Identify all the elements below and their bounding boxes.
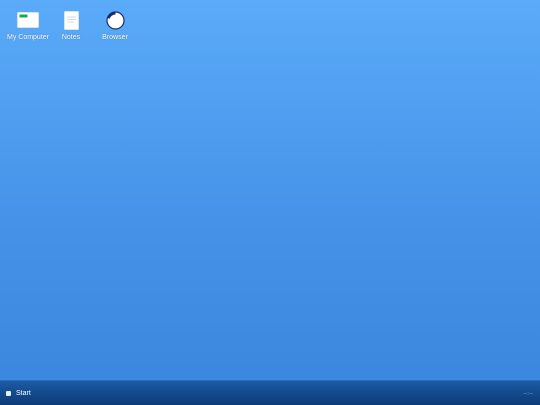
desktop-icon-my-computer[interactable]: My Computer [6,10,50,42]
desktop-icon-label: Browser [102,34,128,41]
desktop-icon-browser[interactable]: Browser [93,10,137,42]
document-icon [60,10,82,30]
taskbar-clock: --:-- [523,391,533,397]
desktop-icon-label: My Computer [6,34,49,41]
computer-icon [17,10,39,30]
browser-icon [104,10,126,30]
desktop-icon-label: Notes [61,34,81,41]
start-button-label: Start [16,389,31,397]
start-logo-icon [6,390,11,396]
desktop-icon-notes[interactable]: Notes [49,10,93,42]
taskbar: Start --:-- [0,380,540,405]
desktop[interactable]: My Computer Notes Browser [0,0,540,380]
start-button[interactable]: Start [3,386,35,400]
